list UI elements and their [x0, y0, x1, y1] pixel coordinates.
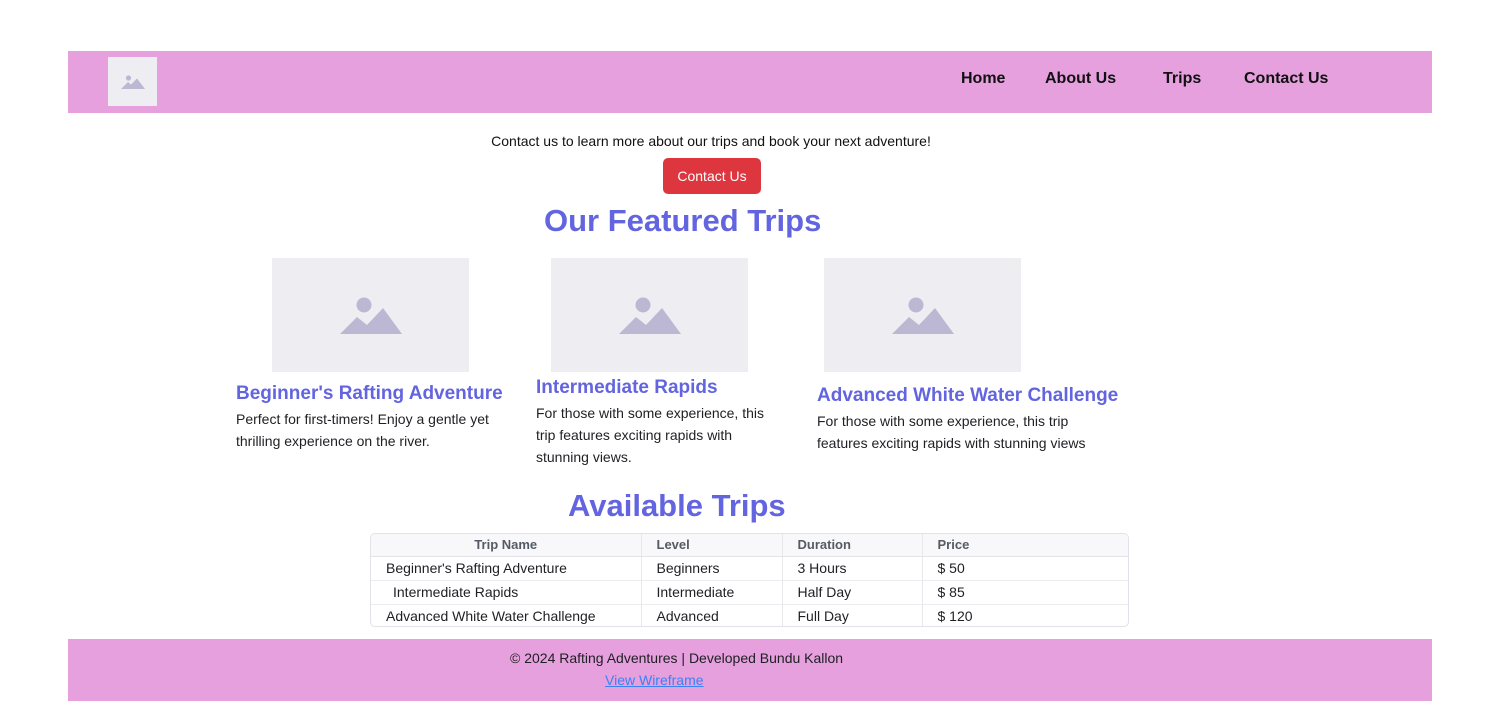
- available-trips-table: Trip Name Level Duration Price Beginner'…: [370, 533, 1129, 627]
- table-row: Advanced White Water Challenge Advanced …: [371, 604, 1128, 626]
- table-row: Beginner's Rafting Adventure Beginners 3…: [371, 556, 1128, 581]
- table-cell: $ 50: [921, 556, 1128, 581]
- nav-contact-us[interactable]: Contact Us: [1244, 70, 1328, 88]
- site-header: Home About Us Trips Contact Us: [68, 51, 1432, 113]
- view-wireframe-link[interactable]: View Wireframe: [605, 672, 704, 688]
- site-footer: © 2024 Rafting Adventures | Developed Bu…: [68, 639, 1432, 701]
- column-header: Level: [640, 534, 782, 557]
- table-cell: Beginners: [640, 556, 782, 581]
- table-row: Intermediate Rapids Intermediate Half Da…: [371, 580, 1128, 605]
- table-cell: Half Day: [781, 580, 922, 605]
- table-header-row: Trip Name Level Duration Price: [371, 534, 1128, 557]
- trip-card-description: For those with some experience, this tri…: [817, 413, 1086, 451]
- table-cell: Full Day: [781, 604, 922, 626]
- trip-card-image: [824, 258, 1021, 372]
- trip-card-description: For those with some experience, this tri…: [536, 405, 764, 465]
- column-header: Price: [921, 534, 1128, 557]
- trip-card-title: Advanced White Water Challenge: [817, 385, 1119, 406]
- column-header: Trip Name: [371, 534, 641, 557]
- table-cell: Intermediate: [640, 580, 782, 605]
- image-placeholder-icon: [339, 297, 402, 334]
- trip-card-image: [551, 258, 748, 372]
- nav-trips[interactable]: Trips: [1163, 70, 1201, 88]
- featured-trips-heading: Our Featured Trips: [544, 203, 822, 238]
- table-cell: Beginner's Rafting Adventure: [371, 556, 641, 581]
- nav-about-us[interactable]: About Us: [1045, 70, 1116, 88]
- image-placeholder-icon: [891, 297, 954, 334]
- site-logo[interactable]: [108, 57, 157, 106]
- trip-card-description: Perfect for first-timers! Enjoy a gentle…: [236, 411, 489, 449]
- nav-home[interactable]: Home: [961, 70, 1005, 88]
- copyright-text: © 2024 Rafting Adventures | Developed Bu…: [510, 650, 844, 666]
- table-cell: Advanced White Water Challenge: [386, 608, 596, 625]
- trip-card-image: [272, 258, 469, 372]
- contact-us-button[interactable]: Contact Us: [663, 158, 761, 194]
- table-cell: Advanced: [640, 604, 782, 626]
- table-cell: 3 Hours: [781, 556, 922, 581]
- available-trips-heading: Available Trips: [568, 488, 786, 523]
- table-cell: $ 85: [921, 580, 1128, 605]
- image-placeholder-icon: [120, 74, 145, 89]
- column-header: Duration: [781, 534, 922, 557]
- intro-text: Contact us to learn more about our trips…: [491, 133, 931, 149]
- trip-card-title: Intermediate Rapids: [536, 377, 718, 398]
- trip-card-title: Beginner's Rafting Adventure: [236, 383, 503, 404]
- table-cell: $ 120: [921, 604, 1128, 626]
- image-placeholder-icon: [618, 297, 681, 334]
- table-cell: Intermediate Rapids: [371, 580, 641, 605]
- intro-text-row: Contact us to learn more about our trips…: [0, 133, 1488, 149]
